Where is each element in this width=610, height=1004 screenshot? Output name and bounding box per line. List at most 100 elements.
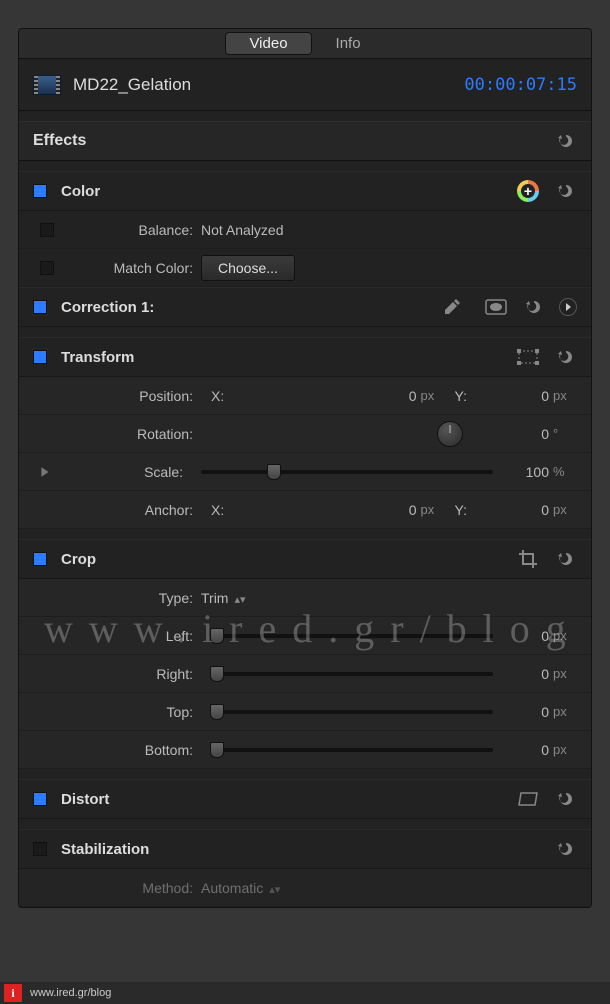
reset-icon[interactable] bbox=[523, 296, 545, 318]
transform-onscreen-icon[interactable] bbox=[515, 345, 541, 369]
effects-header: Effects bbox=[19, 121, 591, 161]
balance-value: Not Analyzed bbox=[201, 222, 284, 238]
balance-label: Balance: bbox=[61, 222, 201, 238]
crop-left-row: Left: 0 px bbox=[19, 617, 591, 655]
clip-thumbnail-icon bbox=[33, 75, 61, 95]
balance-enable-checkbox[interactable] bbox=[40, 223, 54, 237]
crop-right-slider[interactable] bbox=[211, 665, 493, 683]
crop-type-row: Type: Trim▴▾ bbox=[19, 579, 591, 617]
distort-enable-checkbox[interactable] bbox=[33, 792, 47, 806]
transform-header[interactable]: Transform bbox=[19, 337, 591, 377]
crop-right-value[interactable]: 0 bbox=[503, 666, 549, 682]
position-label: Position: bbox=[61, 388, 201, 404]
reset-icon[interactable] bbox=[555, 180, 577, 202]
disclosure-icon[interactable] bbox=[39, 466, 51, 478]
page-footer: i www.ired.gr/blog bbox=[0, 982, 610, 1004]
inspector-tabbar: Video Info bbox=[19, 29, 591, 59]
crop-bottom-row: Bottom: 0 px bbox=[19, 731, 591, 769]
scale-label: Scale: bbox=[61, 464, 191, 480]
anchor-row: Anchor: X: 0 px Y: 0 px bbox=[19, 491, 591, 529]
method-dropdown[interactable]: Automatic▴▾ bbox=[201, 880, 280, 896]
transform-title: Transform bbox=[61, 349, 497, 366]
tab-video[interactable]: Video bbox=[225, 32, 311, 55]
footer-icon: i bbox=[4, 984, 22, 1002]
transform-enable-checkbox[interactable] bbox=[33, 350, 47, 364]
crop-header[interactable]: Crop bbox=[19, 539, 591, 579]
reset-icon[interactable] bbox=[555, 130, 577, 152]
stabilization-header[interactable]: Stabilization bbox=[19, 829, 591, 869]
bottom-label: Bottom: bbox=[61, 742, 201, 758]
eyedropper-icon[interactable] bbox=[439, 295, 465, 319]
rotation-label: Rotation: bbox=[61, 426, 201, 442]
rotation-knob[interactable] bbox=[437, 421, 463, 447]
pct-unit: % bbox=[553, 464, 577, 479]
px-unit: px bbox=[421, 388, 445, 403]
anchor-label: Anchor: bbox=[61, 502, 201, 518]
crop-type-dropdown[interactable]: Trim▴▾ bbox=[201, 590, 246, 606]
position-y-value[interactable]: 0 bbox=[503, 388, 549, 404]
show-correction-icon[interactable] bbox=[559, 298, 577, 316]
add-correction-icon[interactable] bbox=[515, 179, 541, 203]
timecode: 00:00:07:15 bbox=[464, 75, 577, 95]
tab-info[interactable]: Info bbox=[312, 32, 385, 55]
type-label: Type: bbox=[61, 590, 201, 606]
top-label: Top: bbox=[61, 704, 201, 720]
crop-left-value[interactable]: 0 bbox=[503, 628, 549, 644]
crop-onscreen-icon[interactable] bbox=[515, 547, 541, 571]
correction-row: Correction 1: bbox=[19, 287, 591, 327]
reset-icon[interactable] bbox=[555, 838, 577, 860]
balance-row: Balance: Not Analyzed bbox=[19, 211, 591, 249]
reset-icon[interactable] bbox=[555, 788, 577, 810]
px-unit: px bbox=[553, 502, 577, 517]
distort-header[interactable]: Distort bbox=[19, 779, 591, 819]
rotation-value[interactable]: 0 bbox=[503, 426, 549, 442]
footer-text: www.ired.gr/blog bbox=[30, 987, 111, 999]
scale-row: Scale: 100 % bbox=[19, 453, 591, 491]
left-label: Left: bbox=[61, 628, 201, 644]
correction-enable-checkbox[interactable] bbox=[33, 300, 47, 314]
clip-name: MD22_Gelation bbox=[73, 75, 464, 95]
px-unit: px bbox=[553, 704, 577, 719]
y-label: Y: bbox=[455, 388, 467, 404]
right-label: Right: bbox=[61, 666, 201, 682]
choose-button[interactable]: Choose... bbox=[201, 255, 295, 281]
clip-header: MD22_Gelation 00:00:07:15 bbox=[19, 59, 591, 111]
scale-slider[interactable] bbox=[201, 463, 493, 481]
match-color-row: Match Color: Choose... bbox=[19, 249, 591, 287]
color-title: Color bbox=[61, 183, 497, 200]
px-unit: px bbox=[553, 628, 577, 643]
match-color-label: Match Color: bbox=[61, 260, 201, 276]
match-color-enable-checkbox[interactable] bbox=[40, 261, 54, 275]
anchor-x-value[interactable]: 0 bbox=[371, 502, 417, 518]
effects-title: Effects bbox=[33, 132, 555, 150]
deg-unit: ° bbox=[553, 426, 577, 441]
x-label: X: bbox=[211, 388, 224, 404]
crop-right-row: Right: 0 px bbox=[19, 655, 591, 693]
position-x-value[interactable]: 0 bbox=[371, 388, 417, 404]
color-header[interactable]: Color bbox=[19, 171, 591, 211]
anchor-y-value[interactable]: 0 bbox=[503, 502, 549, 518]
correction-label: Correction 1: bbox=[61, 299, 421, 316]
crop-bottom-value[interactable]: 0 bbox=[503, 742, 549, 758]
crop-enable-checkbox[interactable] bbox=[33, 552, 47, 566]
scale-value[interactable]: 100 bbox=[503, 464, 549, 480]
crop-left-slider[interactable] bbox=[211, 627, 493, 645]
x-label: X: bbox=[211, 502, 224, 518]
distort-onscreen-icon[interactable] bbox=[515, 787, 541, 811]
crop-bottom-slider[interactable] bbox=[211, 741, 493, 759]
crop-top-row: Top: 0 px bbox=[19, 693, 591, 731]
crop-title: Crop bbox=[61, 551, 497, 568]
mask-icon[interactable] bbox=[483, 295, 509, 319]
rotation-row: Rotation: 0 ° bbox=[19, 415, 591, 453]
crop-top-slider[interactable] bbox=[211, 703, 493, 721]
stabilization-method-row: Method: Automatic▴▾ bbox=[19, 869, 591, 907]
px-unit: px bbox=[553, 742, 577, 757]
reset-icon[interactable] bbox=[555, 346, 577, 368]
stabilization-enable-checkbox[interactable] bbox=[33, 842, 47, 856]
crop-top-value[interactable]: 0 bbox=[503, 704, 549, 720]
y-label: Y: bbox=[455, 502, 467, 518]
px-unit: px bbox=[553, 666, 577, 681]
color-enable-checkbox[interactable] bbox=[33, 184, 47, 198]
reset-icon[interactable] bbox=[555, 548, 577, 570]
method-label: Method: bbox=[61, 880, 201, 896]
